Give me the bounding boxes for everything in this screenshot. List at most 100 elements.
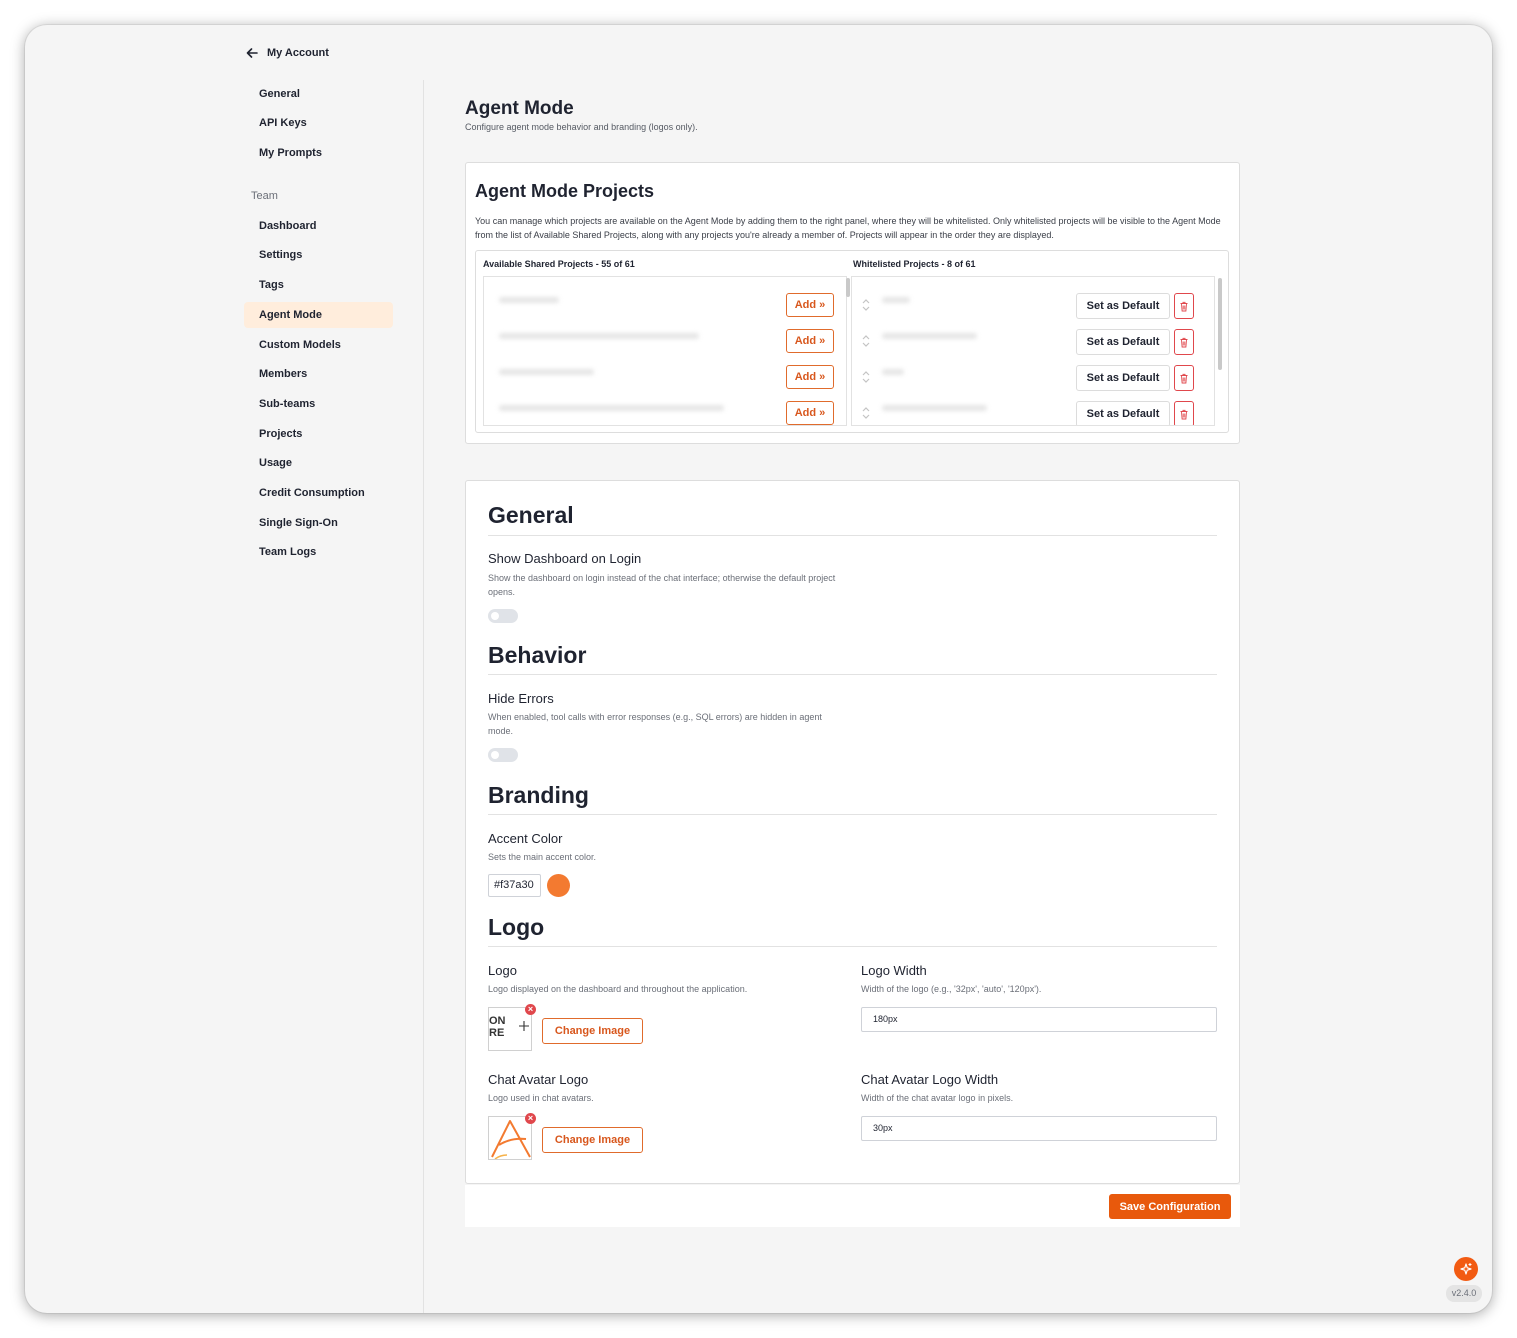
section-divider	[488, 946, 1217, 947]
hide-errors-label: Hide Errors	[488, 691, 554, 706]
remove-project-button[interactable]	[1174, 293, 1194, 319]
sidebar-item-members[interactable]: Members	[244, 361, 393, 387]
project-lists: Available Shared Projects - 55 of 61 Whi…	[475, 250, 1229, 433]
whitelisted-list-scrollbar[interactable]	[1218, 278, 1222, 370]
back-to-my-account[interactable]: My Account	[245, 43, 329, 63]
assistant-button[interactable]	[1454, 1257, 1478, 1281]
arrow-left-icon	[246, 48, 258, 58]
set-as-default-button[interactable]: Set as Default	[1076, 365, 1170, 391]
sidebar-item-settings[interactable]: Settings	[244, 242, 393, 268]
sidebar-item-single-sign-on[interactable]: Single Sign-On	[244, 510, 393, 536]
save-bar: Save Configuration	[465, 1185, 1240, 1227]
sidebar-item-dashboard[interactable]: Dashboard	[244, 213, 393, 239]
section-title-logo: Logo	[488, 914, 545, 940]
logo-thumb-text: ON RE	[489, 1015, 506, 1039]
save-configuration-button[interactable]: Save Configuration	[1109, 1194, 1231, 1219]
drag-handle-icon[interactable]	[861, 405, 871, 421]
logo-width-desc: Width of the logo (e.g., '32px', 'auto',…	[861, 984, 1042, 994]
show-dashboard-label: Show Dashboard on Login	[488, 551, 642, 566]
remove-project-button[interactable]	[1174, 401, 1194, 425]
section-title-behavior: Behavior	[488, 642, 587, 668]
sidebar-divider	[423, 80, 424, 1313]
sidebar-item-api-keys[interactable]: API Keys	[244, 110, 393, 136]
list-item: Set as Default	[852, 390, 1214, 425]
list-item: Add »	[484, 318, 846, 354]
logo-label: Logo	[488, 963, 517, 978]
show-dashboard-toggle[interactable]	[488, 609, 518, 623]
projects-title: Agent Mode Projects	[475, 181, 655, 201]
project-name-redacted	[882, 297, 910, 303]
change-avatar-button[interactable]: Change Image	[542, 1127, 643, 1153]
drag-handle-icon[interactable]	[861, 297, 871, 313]
agent-mode-projects-card: Agent Mode Projects You can manage which…	[465, 162, 1240, 444]
chat-avatar-width-desc: Width of the chat avatar logo in pixels.	[861, 1093, 1014, 1103]
project-name-redacted	[499, 297, 559, 303]
logo-width-label: Logo Width	[861, 963, 927, 978]
list-item: Add »	[484, 354, 846, 390]
project-name-redacted	[499, 333, 699, 339]
sidebar-item-projects[interactable]: Projects	[244, 421, 393, 447]
available-list-scrollbar[interactable]	[846, 278, 850, 297]
list-item: Set as Default	[852, 282, 1214, 319]
trash-icon	[1180, 409, 1188, 419]
back-link-label: My Account	[267, 47, 329, 59]
sidebar-item-custom-models[interactable]: Custom Models	[244, 332, 393, 358]
project-name-redacted	[882, 369, 904, 375]
accent-color-label: Accent Color	[488, 831, 563, 846]
whitelisted-projects-title: Whitelisted Projects - 8 of 61	[853, 259, 976, 269]
sidebar-item-sub-teams[interactable]: Sub-teams	[244, 391, 393, 417]
accent-color-swatch[interactable]	[547, 874, 570, 897]
set-as-default-button[interactable]: Set as Default	[1076, 293, 1170, 319]
sidebar-item-my-prompts[interactable]: My Prompts	[244, 140, 393, 166]
projects-description: You can manage which projects are availa…	[475, 216, 1221, 240]
sidebar-item-agent-mode[interactable]: Agent Mode	[244, 302, 393, 328]
plus-icon	[519, 1021, 529, 1031]
version-badge: v2.4.0	[1446, 1285, 1482, 1302]
remove-project-button[interactable]	[1174, 329, 1194, 355]
logo-desc: Logo displayed on the dashboard and thro…	[488, 984, 748, 994]
set-as-default-button[interactable]: Set as Default	[1076, 329, 1170, 355]
sidebar-item-tags[interactable]: Tags	[244, 272, 393, 298]
trash-icon	[1180, 301, 1188, 311]
logo-width-input[interactable]: 180px	[861, 1007, 1217, 1032]
logo-thumbnail: ON RE	[488, 1007, 532, 1051]
chat-avatar-logo-desc: Logo used in chat avatars.	[488, 1093, 594, 1103]
section-divider	[488, 814, 1217, 815]
add-project-button[interactable]: Add »	[786, 401, 834, 425]
section-title-branding: Branding	[488, 782, 589, 808]
list-item: Set as Default	[852, 354, 1214, 391]
sidebar-item-team-logs[interactable]: Team Logs	[244, 539, 393, 565]
drag-handle-icon[interactable]	[861, 333, 871, 349]
page-subtitle: Configure agent mode behavior and brandi…	[465, 122, 698, 132]
project-name-redacted	[499, 405, 724, 411]
list-item: Add »	[484, 390, 846, 425]
available-projects-list[interactable]: Add » Add » Add » Add »	[483, 276, 847, 426]
sidebar-item-credit-consumption[interactable]: Credit Consumption	[244, 480, 393, 506]
add-project-button[interactable]: Add »	[786, 365, 834, 389]
project-name-redacted	[882, 405, 987, 411]
settings-card: General Show Dashboard on Login Show the…	[465, 480, 1240, 1184]
sidebar-item-usage[interactable]: Usage	[244, 450, 393, 476]
chat-avatar-thumbnail	[488, 1116, 532, 1160]
hide-errors-desc: When enabled, tool calls with error resp…	[488, 712, 822, 736]
whitelisted-projects-list[interactable]: Set as Default Set as Default Set as Def…	[851, 276, 1215, 426]
accent-color-desc: Sets the main accent color.	[488, 852, 597, 862]
chat-avatar-logo-label: Chat Avatar Logo	[488, 1072, 589, 1087]
remove-avatar-close-icon[interactable]: ×	[525, 1113, 536, 1124]
change-logo-button[interactable]: Change Image	[542, 1018, 643, 1044]
sidebar-heading-team: Team	[251, 190, 278, 202]
remove-project-button[interactable]	[1174, 365, 1194, 391]
accent-color-input[interactable]: #f37a30	[488, 874, 541, 897]
sidebar-item-general[interactable]: General	[244, 81, 393, 107]
remove-logo-close-icon[interactable]: ×	[525, 1004, 536, 1015]
set-as-default-button[interactable]: Set as Default	[1076, 401, 1170, 425]
add-project-button[interactable]: Add »	[786, 293, 834, 317]
drag-handle-icon[interactable]	[861, 369, 871, 385]
chat-avatar-width-input[interactable]: 30px	[861, 1116, 1217, 1141]
app-window: My Account General API Keys My Prompts T…	[25, 25, 1492, 1313]
available-projects-title: Available Shared Projects - 55 of 61	[483, 259, 635, 269]
trash-icon	[1180, 337, 1188, 347]
add-project-button[interactable]: Add »	[786, 329, 834, 353]
show-dashboard-desc: Show the dashboard on login instead of t…	[488, 573, 836, 597]
hide-errors-toggle[interactable]	[488, 748, 518, 762]
